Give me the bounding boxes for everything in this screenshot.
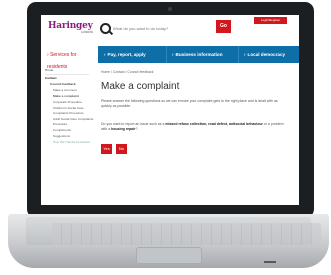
nav-pay-report-apply[interactable]: › Pay, report, apply <box>104 46 146 63</box>
yes-button[interactable]: Yes <box>101 144 112 154</box>
sidebar-item-how-we-handle-feedback[interactable]: How We Handle Feedback <box>53 140 90 144</box>
chevron-right-icon: › <box>244 52 246 57</box>
nav-item-label: Pay, report, apply <box>107 52 146 57</box>
chevron-right-icon: › <box>172 52 174 57</box>
question-paragraph: Do you want to report an issue such as a… <box>101 122 289 132</box>
nav-divider <box>166 46 167 63</box>
nav-business-information[interactable]: › Business information <box>172 46 223 63</box>
sidebar-item-council-feedback[interactable]: Council feedback <box>50 82 76 86</box>
indicator-light <box>264 261 276 263</box>
laptop-base <box>8 214 329 268</box>
laptop-screen: Haringey LONDON Go Login/Register › Serv… <box>41 15 299 205</box>
laptop-lid: Haringey LONDON Go Login/Register › Serv… <box>27 2 314 218</box>
sidebar-item-make-comment[interactable]: Make a comment <box>53 88 77 92</box>
sidebar-item-childrens-social-care[interactable]: Children's Social Care <box>53 106 84 110</box>
sidebar-divider <box>45 74 89 75</box>
sidebar-title[interactable]: › Services for residents <box>47 49 93 70</box>
sidebar-item-adult-social-care[interactable]: Adult Social Care Complaints <box>53 117 93 121</box>
sidebar-item-complaints-procedure[interactable]: Complaints Procedure <box>53 111 84 115</box>
search-go-button[interactable]: Go <box>216 20 231 33</box>
site-logo[interactable]: Haringey LONDON <box>48 21 93 34</box>
nav-item-label: Business information <box>175 52 223 57</box>
nav-local-democracy[interactable]: › Local democracy <box>244 46 285 63</box>
question-issue-list: missed refuse collection, road defect, a… <box>165 122 263 126</box>
webcam-icon <box>168 7 172 11</box>
breadcrumb[interactable]: Home / Contact / Council feedback <box>101 70 153 74</box>
search-input[interactable] <box>113 23 213 33</box>
sidebar-item-make-complaint[interactable]: Make a complaint <box>53 94 79 98</box>
question-housing-repair: housing repair <box>111 127 136 132</box>
search-icon <box>100 23 111 34</box>
chevron-right-icon: › <box>47 52 49 58</box>
main-nav: › Pay, report, apply › Business informatio… <box>98 46 299 63</box>
chevron-right-icon: › <box>104 52 106 57</box>
keyboard <box>52 223 321 245</box>
sidebar-item-contact[interactable]: Contact <box>45 76 57 80</box>
sidebar-item-suggestions[interactable]: Suggestions <box>53 134 70 138</box>
login-register-button[interactable]: Login/Register <box>254 17 287 24</box>
sidebar-item-procedure[interactable]: Procedure <box>53 122 67 126</box>
site-header: Haringey LONDON Go Login/Register <box>41 15 299 48</box>
trackpad <box>136 247 202 264</box>
sidebar-item-home[interactable]: Home <box>45 68 53 72</box>
sidebar: Home Contact Council feedback Make a com… <box>41 67 93 205</box>
sidebar-item-corporate-procedure[interactable]: Corporate Procedure <box>53 100 82 104</box>
question-mark: ? <box>135 127 138 132</box>
page-title: Make a complaint <box>101 81 180 92</box>
nav-item-label: Local democracy <box>247 52 286 57</box>
laptop-keyboard-deck <box>26 217 321 245</box>
sidebar-item-compliments[interactable]: Compliments <box>53 128 71 132</box>
question-text: Do you want to report an issue such as a <box>101 122 166 126</box>
no-button[interactable]: No <box>116 144 127 154</box>
nav-divider <box>238 46 239 63</box>
intro-paragraph: Please answer the following questions so… <box>101 99 278 109</box>
